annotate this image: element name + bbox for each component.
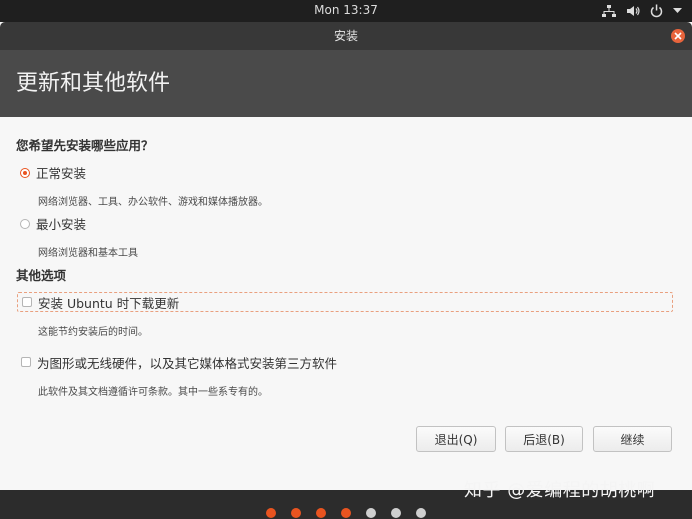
radio-normal-label[interactable]: 正常安装 [36, 163, 86, 182]
progress-dot-pending [391, 508, 401, 518]
top-panel: Mon 13:37 [0, 0, 692, 22]
progress-dot-pending [416, 508, 426, 518]
progress-dots [0, 508, 692, 518]
power-icon[interactable] [650, 4, 663, 18]
checkbox-download-updates[interactable]: 安装 Ubuntu 时下载更新 [17, 292, 673, 312]
third-party-desc: 此软件及其文档遵循许可条款。其中一些系专有的。 [38, 387, 268, 398]
installer-window: 安装 更新和其他软件 您希望先安装哪些应用？ 正常安装 网络浏览器、工具、办公软… [0, 22, 692, 490]
radio-minimal-install[interactable]: 最小安装 [20, 214, 86, 233]
download-updates-label[interactable]: 安装 Ubuntu 时下载更新 [38, 293, 179, 312]
system-tray[interactable] [602, 3, 682, 19]
minimal-install-desc: 网络浏览器和基本工具 [38, 248, 138, 259]
other-options-title: 其他选项 [16, 268, 67, 283]
continue-button[interactable]: 继续 [593, 426, 672, 452]
volume-icon[interactable] [626, 4, 640, 18]
normal-install-desc: 网络浏览器、工具、办公软件、游戏和媒体播放器。 [38, 197, 268, 208]
network-icon[interactable] [602, 4, 616, 18]
close-button[interactable] [671, 29, 685, 43]
quit-button[interactable]: 退出(Q) [416, 426, 496, 452]
chevron-down-icon[interactable] [673, 8, 682, 14]
progress-dot-done [291, 508, 301, 518]
radio-button-checked[interactable] [20, 167, 30, 178]
checkbox[interactable] [21, 357, 31, 367]
window-titlebar[interactable]: 安装 [0, 22, 692, 50]
download-updates-desc: 这能节约安装后的时间。 [38, 327, 148, 338]
window-title: 安装 [333, 29, 358, 43]
page-content: 您希望先安装哪些应用？ 正常安装 网络浏览器、工具、办公软件、游戏和媒体播放器。… [0, 117, 692, 490]
progress-dot-pending [366, 508, 376, 518]
back-button[interactable]: 后退(B) [505, 426, 583, 452]
progress-dot-done [316, 508, 326, 518]
watermark: 知乎 @爱编程的胡桃啊 [464, 480, 656, 501]
apps-question: 您希望先安装哪些应用？ [16, 138, 154, 153]
close-icon [674, 32, 682, 40]
checkbox-third-party[interactable]: 为图形或无线硬件，以及其它媒体格式安装第三方软件 [17, 352, 673, 372]
radio-normal-install[interactable]: 正常安装 [20, 163, 86, 182]
radio-minimal-label[interactable]: 最小安装 [36, 214, 86, 233]
clock[interactable]: Mon 13:37 [0, 3, 692, 17]
third-party-label[interactable]: 为图形或无线硬件，以及其它媒体格式安装第三方软件 [37, 353, 337, 372]
radio-button-unchecked[interactable] [20, 218, 30, 229]
progress-dot-done [266, 508, 276, 518]
checkbox[interactable] [22, 297, 32, 307]
progress-dot-done [341, 508, 351, 518]
page-title: 更新和其他软件 [0, 50, 692, 117]
